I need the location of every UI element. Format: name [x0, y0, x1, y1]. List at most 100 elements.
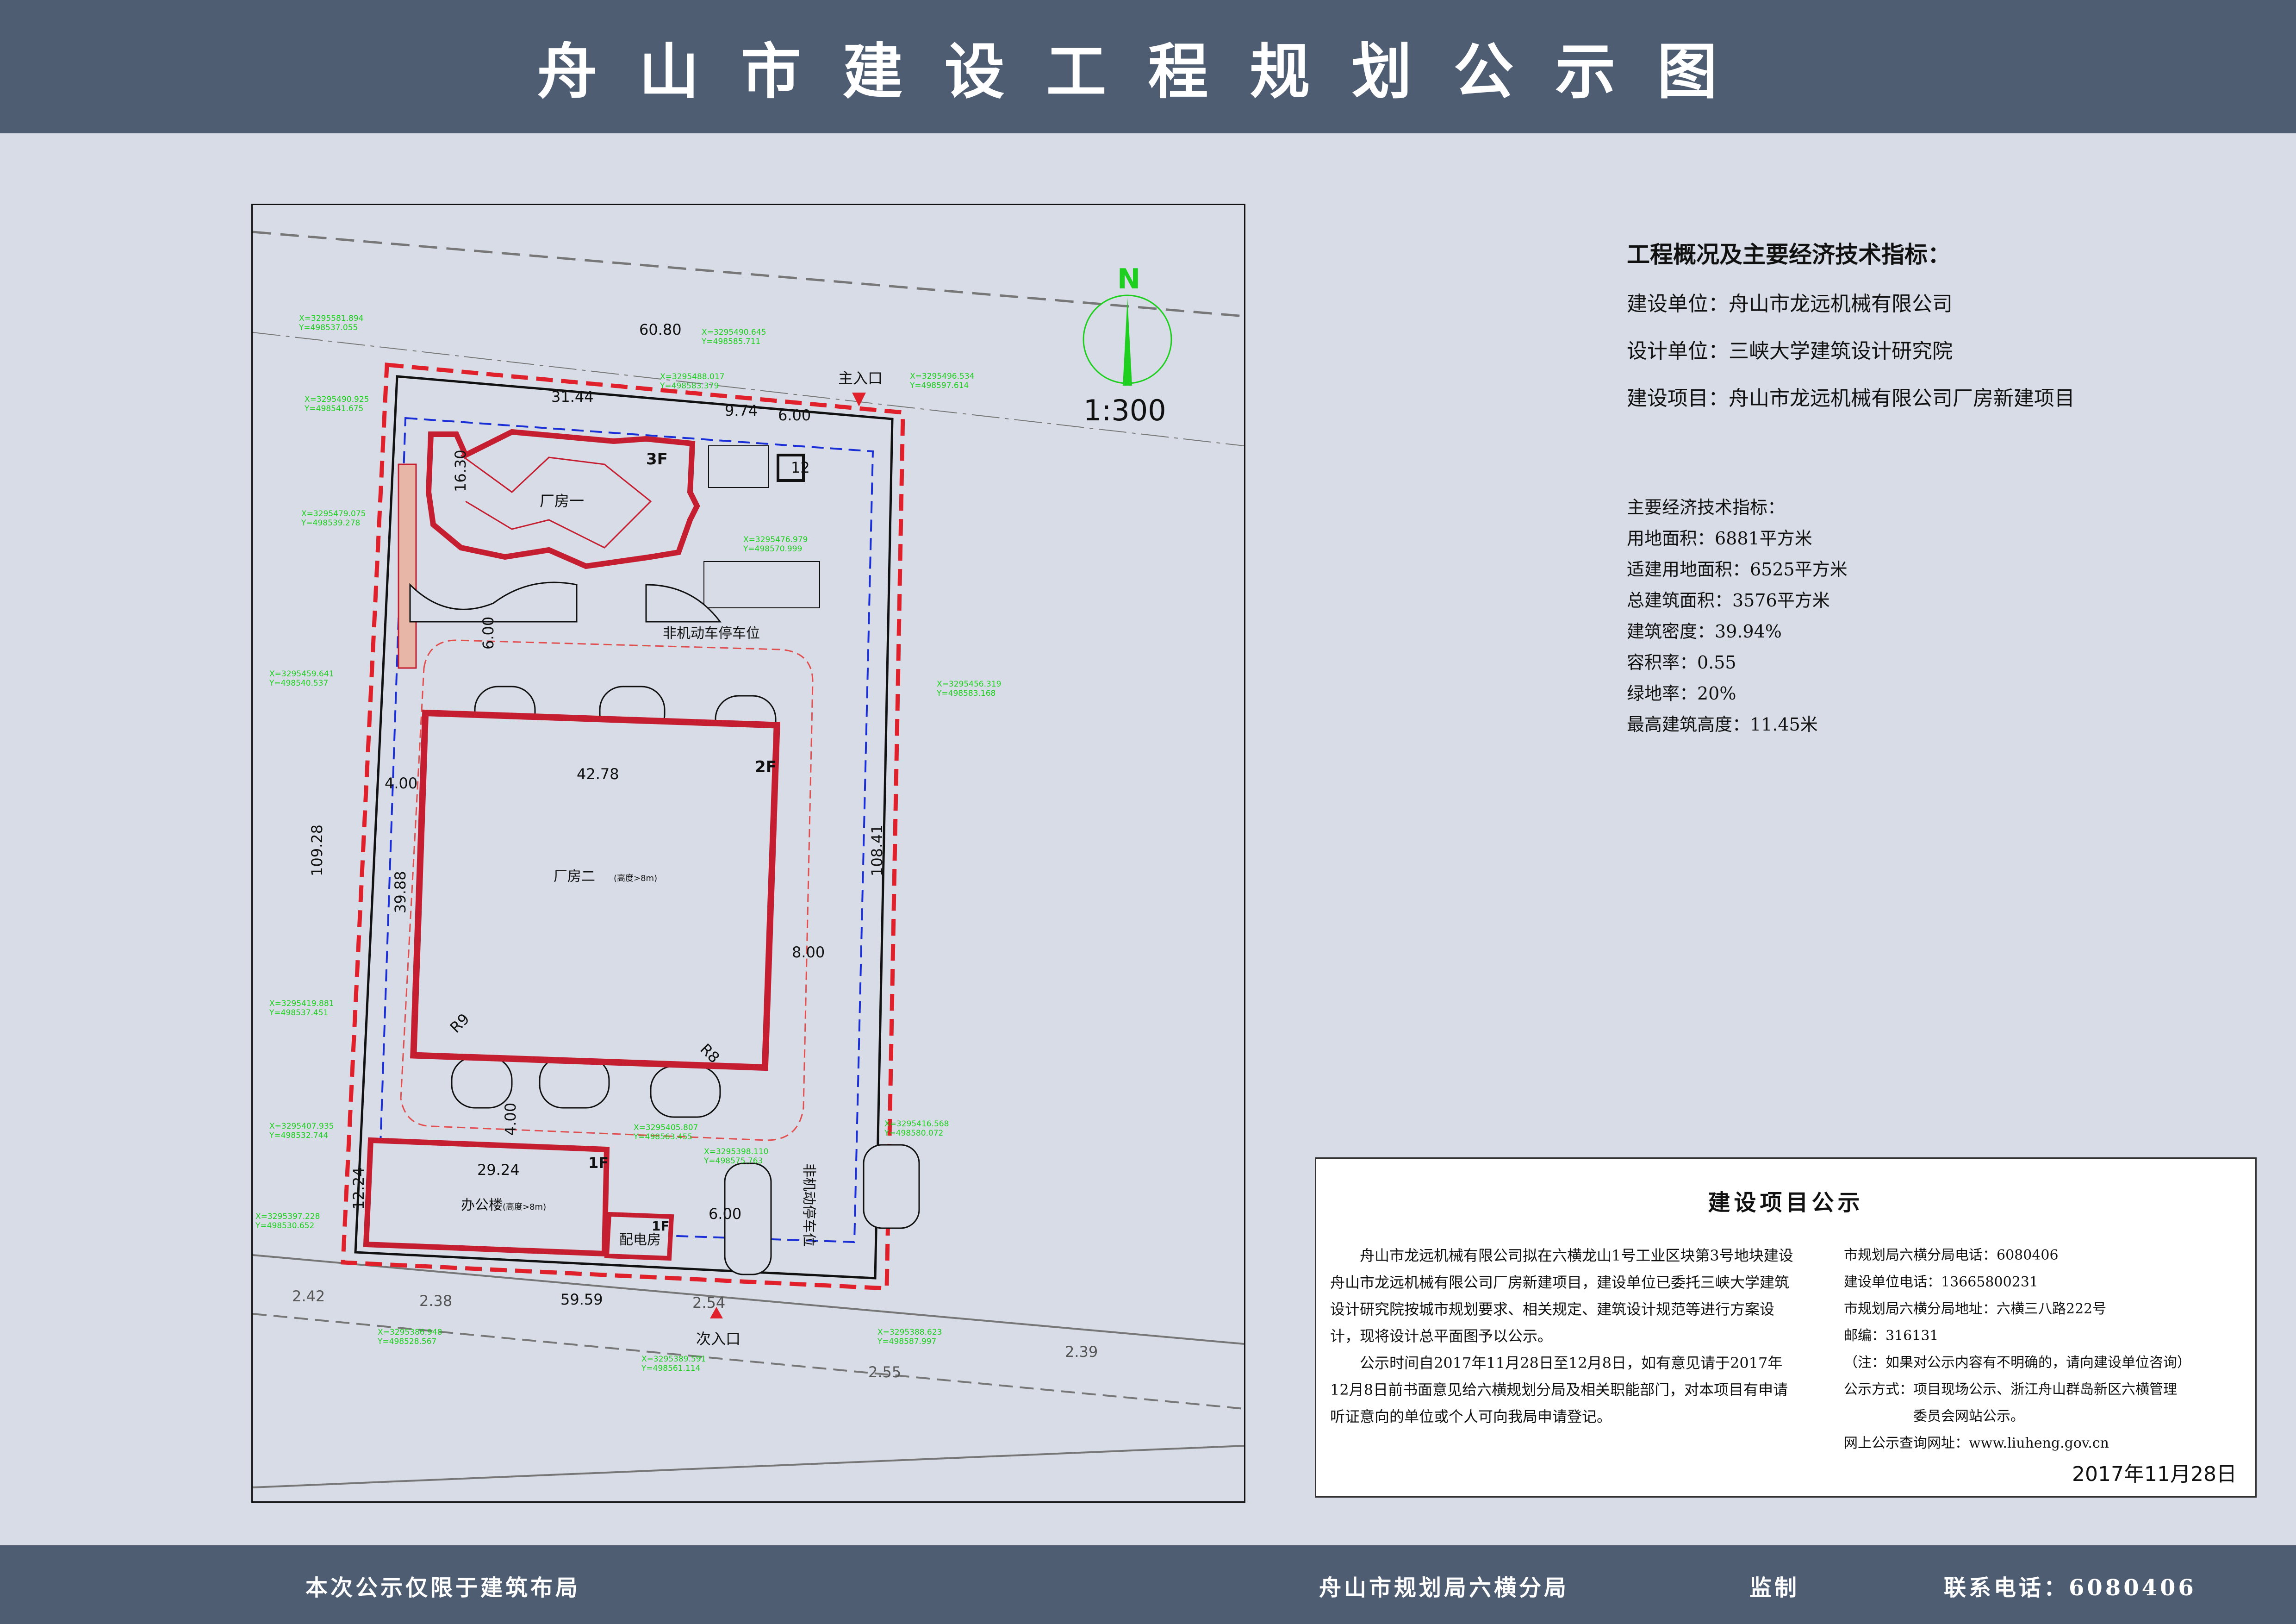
factory1-floors: 3F [646, 450, 668, 468]
svg-text:X=3295397.228: X=3295397.228 [255, 1212, 320, 1221]
svg-text:X=3295405.807: X=3295405.807 [634, 1123, 698, 1132]
metric-item: 建筑密度：39.94% [1627, 621, 1782, 642]
svg-text:X=3295419.881: X=3295419.881 [269, 999, 334, 1008]
designer-row: 设计单位：三峡大学建筑设计研究院 [1627, 339, 1953, 363]
scale-label: 1:300 [1083, 394, 1166, 427]
bike-parking-label-2: 非机动停车位 [801, 1163, 817, 1247]
svg-text:Y=498532.744: Y=498532.744 [269, 1131, 328, 1140]
metric-item: 适建用地面积：6525平方米 [1627, 559, 1848, 580]
footer-banner: 本次公示仅限于建筑布局 舟山市规划局六横分局 监制 联系电话：6080406 [0, 1545, 2296, 1624]
factory-1: 厂房一 3F [398, 429, 700, 669]
notice-body: 舟山市龙远机械有限公司拟在六横龙山1号工业区块第3号地块建设舟山市龙远机械有限公… [1330, 1242, 1798, 1430]
factory2-note: (高度>8m) [614, 874, 657, 883]
svg-text:X=3295398.110: X=3295398.110 [704, 1147, 768, 1156]
svg-text:9.74: 9.74 [725, 402, 758, 419]
technical-metrics: 主要经济技术指标： 用地面积：6881平方米 适建用地面积：6525平方米 总建… [1627, 493, 2182, 741]
svg-text:2.39: 2.39 [1065, 1343, 1098, 1361]
svg-text:X=3295456.319: X=3295456.319 [937, 680, 1001, 689]
office-label: 办公楼 [461, 1197, 503, 1213]
svg-text:42.78: 42.78 [577, 765, 619, 783]
svg-text:2.42: 2.42 [292, 1287, 325, 1305]
svg-text:Y=498539.278: Y=498539.278 [301, 518, 360, 528]
notice-paragraph: 公示时间自2017年11月28日至12月8日，如有意见请于2017年12月8日前… [1330, 1354, 1788, 1425]
svg-text:Y=498597.614: Y=498597.614 [909, 381, 969, 390]
svg-text:8.00: 8.00 [792, 943, 825, 961]
footer-phone: 联系电话：6080406 [1944, 1575, 2196, 1601]
secondary-entrance: 次入口 [696, 1307, 740, 1348]
svg-text:Y=498585.711: Y=498585.711 [701, 337, 760, 346]
contact-line: 市规划局六横分局电话：6080406 [1844, 1247, 2059, 1263]
project-info: 工程概况及主要经济技术指标： 建设单位：舟山市龙远机械有限公司 设计单位：三峡大… [1627, 236, 2275, 429]
svg-text:4.00: 4.00 [385, 775, 417, 792]
factory2-label: 厂房二 [554, 868, 595, 885]
svg-text:主入口: 主入口 [838, 369, 883, 387]
metric-item: 绿地率：20% [1627, 683, 1736, 704]
svg-text:X=3295496.534: X=3295496.534 [910, 372, 974, 381]
svg-text:31.44: 31.44 [551, 388, 594, 406]
svg-text:Y=498528.567: Y=498528.567 [377, 1337, 436, 1346]
contact-line: 邮编：316131 [1844, 1328, 1939, 1344]
svg-text:2.38: 2.38 [419, 1292, 452, 1310]
svg-text:109.28: 109.28 [308, 824, 326, 876]
north-label: N [1117, 263, 1140, 295]
svg-text:次入口: 次入口 [696, 1330, 740, 1348]
svg-text:Y=498587.997: Y=498587.997 [877, 1337, 936, 1346]
notice-paragraph: 舟山市龙远机械有限公司拟在六横龙山1号工业区块第3号地块建设舟山市龙远机械有限公… [1330, 1247, 1793, 1345]
svg-text:X=3295581.894: X=3295581.894 [299, 314, 363, 323]
svg-text:Y=498563.455: Y=498563.455 [633, 1132, 692, 1142]
metric-item: 容积率：0.55 [1627, 652, 1736, 673]
notice-contacts: 市规划局六横分局电话：6080406 建设单位电话：13665800231 市规… [1844, 1242, 2251, 1457]
svg-text:X=3295389.591: X=3295389.591 [641, 1355, 706, 1364]
svg-text:Y=498530.652: Y=498530.652 [255, 1221, 314, 1230]
svg-text:X=3295476.979: X=3295476.979 [743, 535, 808, 544]
svg-text:X=3295490.925: X=3295490.925 [305, 395, 369, 404]
svg-text:X=3295479.075: X=3295479.075 [301, 509, 366, 518]
svg-text:X=3295459.641: X=3295459.641 [269, 669, 334, 679]
svg-text:X=3295386.948: X=3295386.948 [378, 1328, 442, 1337]
svg-text:X=3295388.623: X=3295388.623 [877, 1328, 942, 1337]
contact-line: 建设单位电话：13665800231 [1844, 1274, 2038, 1290]
substation-floors: 1F [652, 1218, 670, 1234]
project-row: 建设项目：舟山市龙远机械有限公司厂房新建项目 [1627, 387, 2075, 410]
main-entrance: 主入口 [838, 369, 883, 406]
svg-text:59.59: 59.59 [560, 1291, 603, 1308]
metric-item: 最高建筑高度：11.45米 [1627, 714, 1818, 735]
project-notice: 建设项目公示 舟山市龙远机械有限公司拟在六横龙山1号工业区块第3号地块建设舟山市… [1315, 1157, 2257, 1498]
svg-text:Y=498570.999: Y=498570.999 [743, 544, 802, 554]
bike-parking-label-1: 非机动车停车位 [663, 625, 760, 642]
site-plan-drawing: N 1:300 厂房一 3F 厂房二 (高度>8m) 2F 办公楼 (高度>8m… [253, 231, 1244, 1488]
svg-text:Y=498580.072: Y=498580.072 [884, 1129, 943, 1138]
svg-text:12.24: 12.24 [350, 1167, 367, 1210]
north-arrow: N 1:300 [1083, 263, 1172, 427]
svg-text:39.88: 39.88 [392, 871, 409, 913]
svg-text:60.80: 60.80 [639, 321, 682, 338]
contact-line: 公示方式：项目现场公示、浙江舟山群岛新区六横管理 [1844, 1381, 2177, 1398]
contact-line: 网上公示查询网址：www.liuheng.gov.cn [1844, 1435, 2109, 1451]
svg-text:6.00: 6.00 [709, 1205, 741, 1223]
site-plan: N 1:300 厂房一 3F 厂房二 (高度>8m) 2F 办公楼 (高度>8m… [251, 204, 1245, 1503]
footer-supervise: 监制 [1749, 1575, 1800, 1601]
svg-text:X=3295416.568: X=3295416.568 [884, 1119, 949, 1129]
office-note: (高度>8m) [503, 1202, 546, 1212]
contact-line: 委员会网站公示。 [1913, 1408, 2024, 1424]
factory2-floors: 2F [755, 758, 777, 776]
svg-text:X=3295490.645: X=3295490.645 [702, 328, 766, 337]
svg-text:2.55: 2.55 [868, 1363, 901, 1381]
builder-row: 建设单位：舟山市龙远机械有限公司 [1627, 292, 1953, 316]
factory1-label: 厂房一 [540, 492, 584, 510]
footer-left: 本次公示仅限于建筑布局 [305, 1575, 581, 1601]
svg-text:6.00: 6.00 [778, 406, 811, 424]
svg-text:12: 12 [791, 459, 810, 476]
svg-text:Y=498540.537: Y=498540.537 [269, 679, 328, 688]
svg-text:Y=498561.114: Y=498561.114 [641, 1364, 700, 1373]
svg-text:4.00: 4.00 [502, 1103, 519, 1136]
metric-item: 总建筑面积：3576平方米 [1627, 590, 1830, 611]
metrics-header: 主要经济技术指标： [1627, 497, 1786, 518]
substation-label: 配电房 [619, 1232, 661, 1248]
svg-text:Y=498537.451: Y=498537.451 [269, 1008, 328, 1018]
contact-line: （注：如果对公示内容有不明确的，请向建设单位咨询） [1844, 1355, 2191, 1371]
svg-text:Y=498583.379: Y=498583.379 [660, 381, 719, 391]
svg-text:Y=498541.675: Y=498541.675 [304, 404, 363, 413]
notice-title: 建设项目公示 [1708, 1190, 1864, 1216]
metric-item: 用地面积：6881平方米 [1627, 528, 1812, 549]
